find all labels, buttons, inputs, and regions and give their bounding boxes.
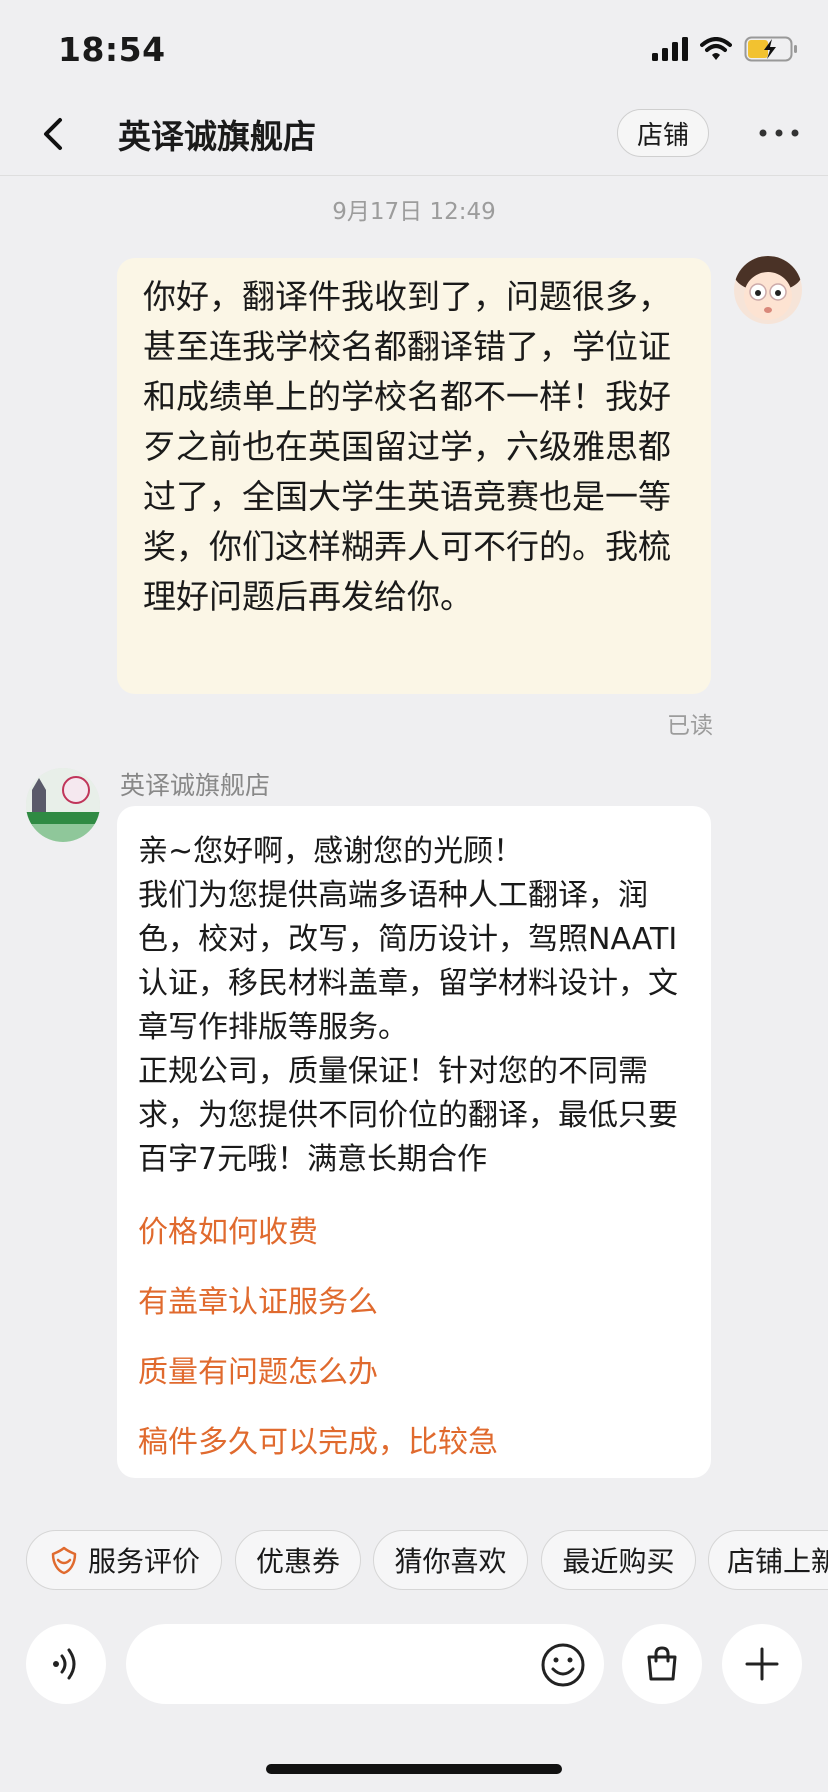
input-bar (0, 1620, 828, 1720)
chip-label: 优惠券 (255, 1545, 340, 1578)
wifi-icon (700, 37, 732, 60)
more-actions-button[interactable] (722, 1624, 802, 1704)
battery-charging-icon (744, 36, 797, 62)
quick-reply-list: 价格如何收费 有盖章认证服务么 质量有问题怎么办 稿件多久可以完成，比较急 (138, 1198, 691, 1478)
more-dots-icon (759, 129, 799, 137)
message-timestamp: 9月17日 12:49 (332, 199, 496, 225)
chevron-left-icon (44, 118, 62, 150)
quick-reply-link[interactable]: 质量有问题怎么办 (138, 1338, 691, 1408)
shortcut-chip-bar: 服务评价 优惠券 猜你喜欢 最近购买 店铺上新 (0, 1512, 828, 1608)
chip-label: 店铺上新 (727, 1545, 828, 1578)
home-indicator (266, 1764, 562, 1774)
more-button[interactable] (756, 120, 802, 146)
message-line: 正规公司，质量保证！针对您的不同需求，为您提供不同价位的翻译，最低只要百字7元哦… (138, 1054, 678, 1177)
chat-title: 英译诚旗舰店 (118, 117, 316, 156)
chip-coupon[interactable]: 优惠券 (235, 1530, 361, 1590)
sender-name: 英译诚旗舰店 (120, 771, 271, 800)
message-line: 亲~您好啊，感谢您的光顾！ (138, 834, 524, 869)
chip-recent-purchase[interactable]: 最近购买 (541, 1530, 696, 1590)
read-receipt: 已读 (667, 713, 713, 739)
user-avatar[interactable] (734, 256, 802, 324)
incoming-message-text: 亲~您好啊，感谢您的光顾！ 我们为您提供高端多语种人工翻译，润色，校对，改写，简… (138, 830, 691, 1182)
status-bar: 18:54 (0, 0, 828, 100)
back-button[interactable] (34, 114, 74, 154)
voice-button[interactable] (26, 1624, 106, 1704)
outgoing-message-text: 你好，翻译件我收到了，问题很多，甚至连我学校名都翻译错了，学位证和成绩单上的学校… (143, 277, 671, 616)
shop-avatar[interactable] (26, 768, 100, 842)
chip-new-arrivals[interactable]: 店铺上新 (708, 1530, 828, 1590)
voice-icon (53, 1648, 76, 1680)
shop-button[interactable]: 店铺 (617, 109, 709, 157)
plus-icon (745, 1647, 779, 1681)
chip-label: 猜你喜欢 (394, 1545, 507, 1578)
emoji-button[interactable] (540, 1642, 586, 1688)
message-input[interactable] (126, 1624, 604, 1704)
emoji-icon (541, 1643, 585, 1687)
incoming-message-bubble[interactable]: 亲~您好啊，感谢您的光顾！ 我们为您提供高端多语种人工翻译，润色，校对，改写，简… (117, 806, 711, 1478)
signal-icon (652, 37, 688, 61)
nav-bar: 英译诚旗舰店 店铺 (0, 100, 828, 176)
quick-reply-link[interactable]: 稿件多久可以完成，比较急 (138, 1408, 691, 1478)
shopping-bag-button[interactable] (622, 1624, 702, 1704)
service-rating-icon (51, 1546, 77, 1575)
outgoing-message-bubble[interactable]: 你好，翻译件我收到了，问题很多，甚至连我学校名都翻译错了，学位证和成绩单上的学校… (117, 258, 711, 694)
message-line: 我们为您提供高端多语种人工翻译，润色，校对，改写，简历设计，驾照NAATI认证，… (138, 878, 678, 1045)
shopping-bag-icon (647, 1646, 677, 1681)
chip-service-rating[interactable]: 服务评价 (26, 1530, 222, 1590)
chip-guess-you-like[interactable]: 猜你喜欢 (373, 1530, 528, 1590)
quick-reply-link[interactable]: 价格如何收费 (138, 1198, 691, 1268)
quick-reply-link[interactable]: 有盖章认证服务么 (138, 1268, 691, 1338)
chip-label: 最近购买 (562, 1545, 675, 1578)
status-icons (652, 34, 798, 64)
status-time: 18:54 (58, 30, 166, 69)
chip-label: 服务评价 (87, 1545, 200, 1578)
